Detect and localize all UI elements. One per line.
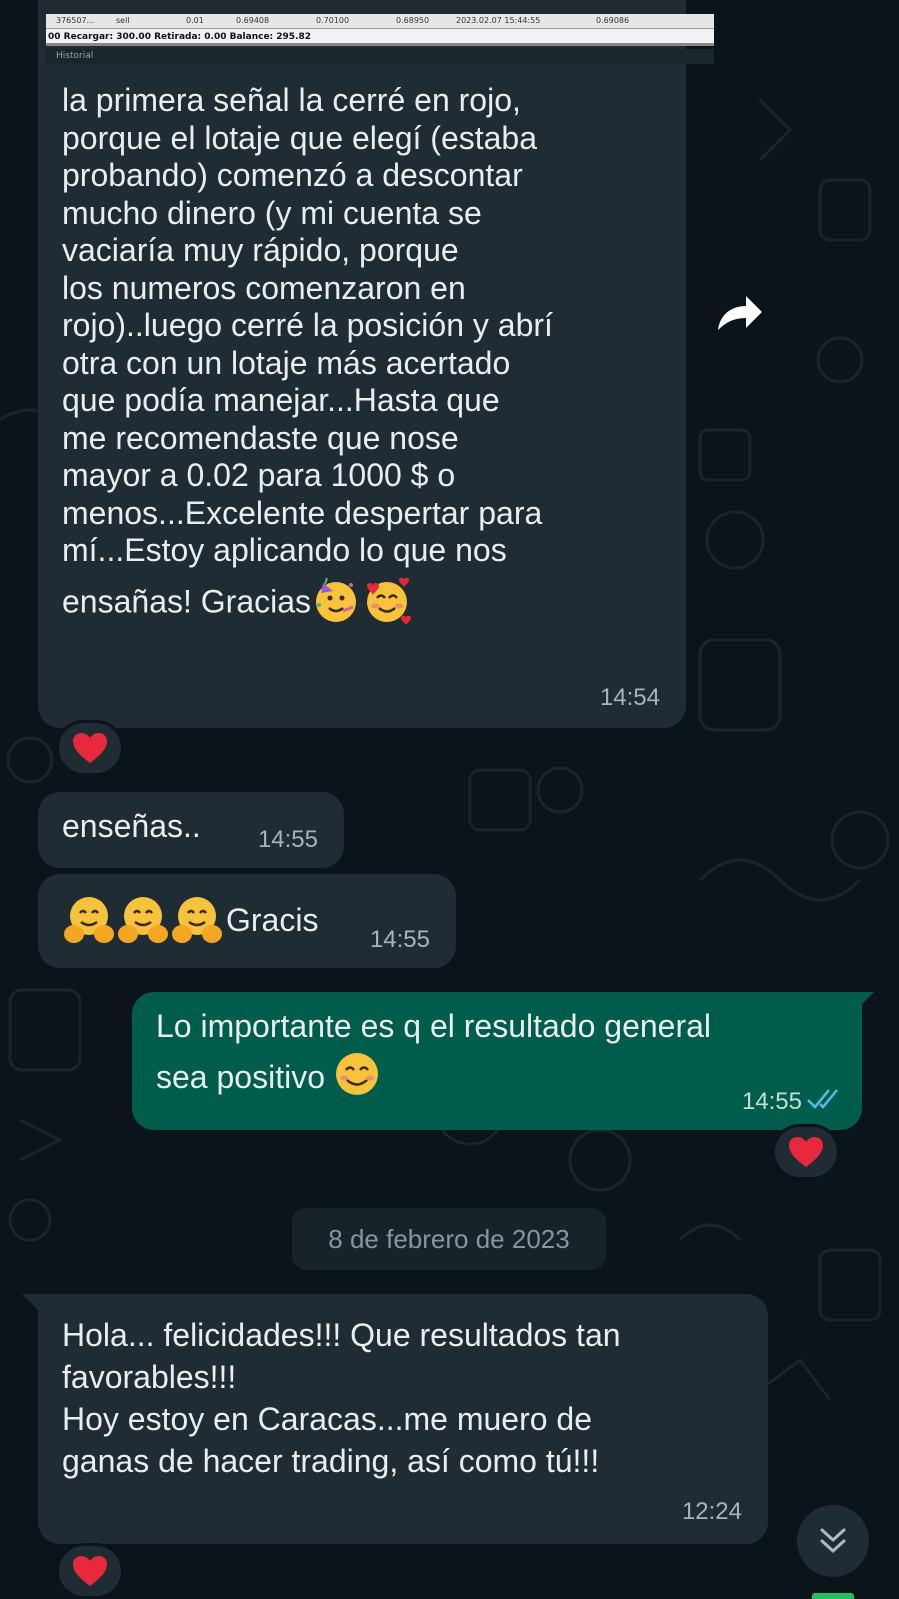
heart-reaction-icon (73, 1556, 107, 1586)
bubble-tail (858, 992, 874, 1008)
message-line-with-emoji: ensañas! Gracias (62, 574, 553, 635)
message-bubble-incoming[interactable]: Hola... felicidades!!! Que resultados ta… (38, 1294, 768, 1544)
hugging-face-emoji (62, 894, 116, 955)
message-timestamp: 12:24 (681, 1497, 742, 1525)
message-timestamp: 14:55 (369, 925, 430, 953)
message-line: Hoy estoy en Caracas...me muero de (62, 1401, 593, 1437)
message-line: favorables!!! (62, 1359, 237, 1395)
party-face-emoji (311, 575, 361, 634)
quoted-balance-row: 00 Recargar: 300.00 Retirada: 0.00 Balan… (48, 32, 312, 42)
forward-icon[interactable] (714, 290, 766, 334)
message-bubble-incoming[interactable]: enseñas.. 14:55 (38, 792, 344, 868)
quoted-cell: 2023.02.07 15:44:55 (456, 16, 541, 25)
message-line: vaciaría muy rápido, porque (62, 232, 459, 268)
message-text: Gracis (62, 894, 318, 955)
message-line: porque el lotaje que elegí (estaba (62, 119, 538, 156)
scroll-down-icon (820, 1528, 846, 1554)
quoted-cell: 0.69086 (596, 16, 630, 25)
message-bubble-incoming[interactable]: 376507... sell 0.01 0.69408 0.70100 0.68… (38, 0, 714, 728)
heart-reaction-icon (789, 1137, 823, 1167)
message-timestamp: 14:55 (741, 1087, 802, 1115)
quoted-cell: 0.70100 (316, 16, 350, 25)
bubble-tail (22, 1294, 38, 1310)
unread-indicator (812, 1593, 854, 1599)
message-line: rojo)..luego cerré la posición y abrí (62, 307, 553, 343)
smiling-face-emoji (333, 1050, 381, 1107)
message-bubble-outgoing[interactable]: Lo importante es q el resultado general … (132, 992, 862, 1130)
message-text: Hola... felicidades!!! Que resultados ta… (62, 1314, 621, 1482)
date-separator: 8 de febrero de 2023 (292, 1208, 606, 1270)
quoted-cell: 376507... (56, 16, 95, 25)
scroll-down-button[interactable] (797, 1505, 869, 1577)
message-line: Lo importante es q el resultado general (156, 1008, 712, 1044)
message-line: probando) comenzó a descontar (62, 157, 523, 193)
message-line: los numeros comenzaron en (62, 269, 466, 306)
heart-reaction[interactable] (772, 1124, 840, 1180)
read-receipt-icon (806, 1081, 842, 1119)
quoted-cell: 0.01 (186, 16, 204, 25)
message-timestamp: 14:55 (257, 825, 318, 853)
quoted-tab: Historial (56, 51, 94, 61)
message-line: mucho dinero (y mi cuenta se (62, 194, 482, 231)
message-line-with-emoji: sea positivo (156, 1050, 711, 1107)
quoted-cell: 0.69408 (236, 16, 270, 25)
message-text: la primera señal la cerré en rojo, porqu… (62, 82, 553, 634)
quoted-cell: sell (116, 16, 130, 25)
message-line: Hola... felicidades!!! Que resultados ta… (62, 1317, 621, 1353)
message-line: ensañas! Gracias (62, 583, 312, 620)
quoted-screenshot[interactable]: 376507... sell 0.01 0.69408 0.70100 0.68… (46, 14, 714, 64)
message-line: mí...Estoy aplicando lo que nos (62, 532, 507, 568)
message-bubble-incoming[interactable]: Gracis 14:55 (38, 874, 456, 968)
date-separator-label: 8 de febrero de 2023 (328, 1223, 570, 1254)
message-line: sea positivo (156, 1059, 325, 1095)
message-line: otra con un lotaje más acertado (62, 344, 511, 381)
heart-reaction-icon (73, 733, 107, 763)
message-line: que podía manejar...Hasta que (62, 382, 500, 418)
message-text: Lo importante es q el resultado general … (156, 1008, 711, 1106)
heart-reaction[interactable] (56, 720, 124, 776)
hugging-face-emoji (170, 894, 224, 955)
quoted-cell: 0.68950 (396, 16, 430, 25)
message-timestamp: 14:54 (599, 683, 660, 711)
message-line: la primera señal la cerré en rojo, (62, 82, 521, 118)
hugging-face-emoji (116, 894, 170, 955)
message-line: menos...Excelente despertar para (62, 494, 543, 531)
message-text: enseñas.. (62, 808, 201, 844)
message-line: Gracis (226, 901, 319, 938)
message-line: ganas de hacer trading, así como tú!!! (62, 1443, 600, 1479)
message-line: mayor a 0.02 para 1000 $ o (62, 457, 456, 493)
smiling-hearts-emoji (361, 574, 413, 635)
heart-reaction[interactable] (56, 1543, 124, 1599)
message-line: me recomendaste que nose (62, 419, 459, 456)
